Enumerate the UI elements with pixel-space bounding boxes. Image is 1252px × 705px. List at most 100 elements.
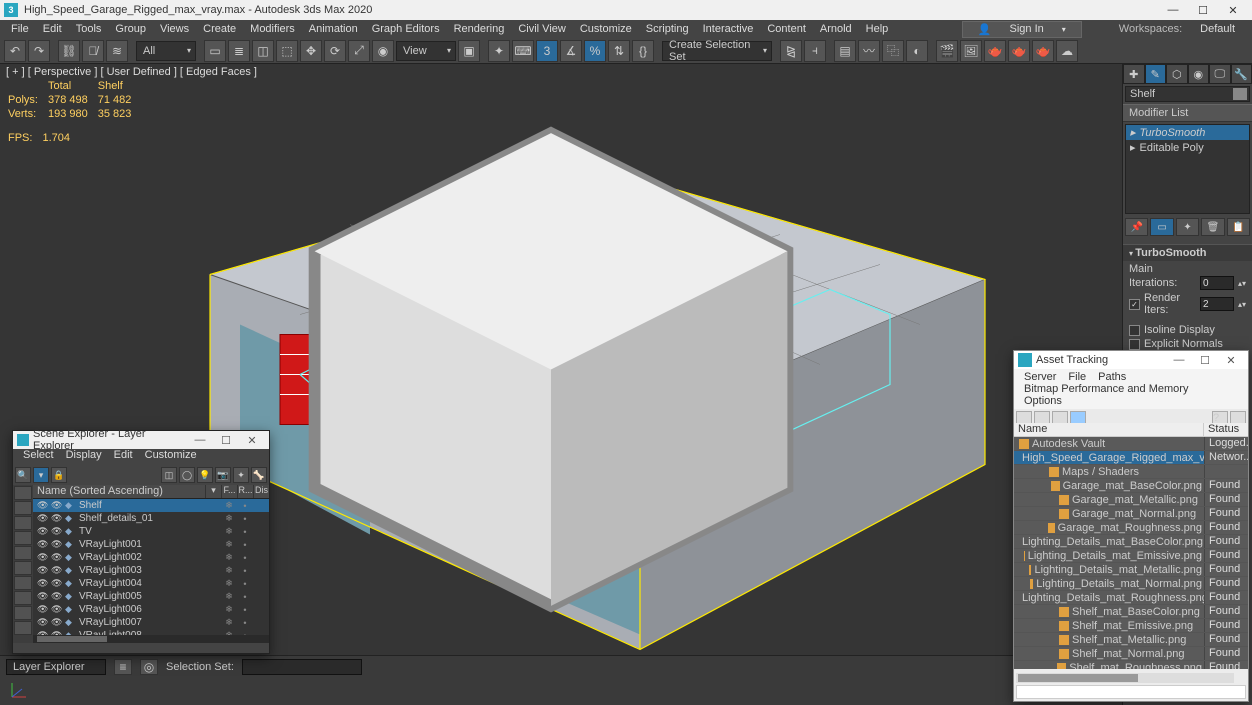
undo-button[interactable]: ↶	[4, 40, 26, 62]
se-menu-select[interactable]: Select	[17, 449, 60, 465]
object-color-swatch[interactable]	[1233, 88, 1247, 100]
asset-row[interactable]: Lighting_Details_mat_Roughness.pngFound	[1014, 591, 1248, 605]
render-iterative-button[interactable]: 🫖	[1008, 40, 1030, 62]
scene-item[interactable]: 👁👁◆VRayLight001❄•	[33, 538, 269, 551]
menu-tools[interactable]: Tools	[69, 23, 109, 35]
visibility-icon[interactable]: 👁	[37, 604, 51, 615]
select-scale-button[interactable]: ⤢	[348, 40, 370, 62]
freeze-icon[interactable]: ❄	[221, 500, 237, 511]
menu-content[interactable]: Content	[760, 23, 813, 35]
visibility-icon[interactable]: 👁	[37, 578, 51, 589]
signin-button[interactable]: 👤Sign In▾	[962, 21, 1082, 38]
utilities-tab[interactable]: 🔧	[1231, 64, 1252, 84]
angle-snap-button[interactable]: ∡	[560, 40, 582, 62]
turbosmooth-rollout-header[interactable]: TurboSmooth	[1123, 244, 1252, 261]
render-frame-button[interactable]: 🖼	[960, 40, 982, 62]
visibility-icon[interactable]: 👁	[37, 526, 51, 537]
render-icon[interactable]: •	[237, 592, 253, 602]
se-menu-customize[interactable]: Customize	[139, 449, 203, 465]
asset-row[interactable]: Shelf_mat_Metallic.pngFound	[1014, 633, 1248, 647]
scene-item[interactable]: 👁👁◆VRayLight002❄•	[33, 551, 269, 564]
menu-customize[interactable]: Customize	[573, 23, 639, 35]
se-side-space-button[interactable]	[14, 606, 32, 620]
freeze-icon[interactable]: ❄	[221, 513, 237, 524]
asset-row[interactable]: Shelf_mat_Emissive.pngFound	[1014, 619, 1248, 633]
visibility-icon[interactable]: 👁	[51, 604, 65, 615]
percent-snap-button[interactable]: %	[584, 40, 606, 62]
visibility-icon[interactable]: 👁	[37, 617, 51, 628]
freeze-icon[interactable]: ❄	[221, 565, 237, 576]
asset-col-name[interactable]: Name	[1014, 423, 1204, 436]
make-unique-button[interactable]: ✦	[1176, 218, 1199, 236]
asset-row[interactable]: Garage_mat_Metallic.pngFound	[1014, 493, 1248, 507]
se-side-bone-button[interactable]	[14, 621, 32, 635]
asset-row[interactable]: Shelf_mat_Normal.pngFound	[1014, 647, 1248, 661]
create-tab[interactable]: ✚	[1123, 64, 1145, 84]
menu-modifiers[interactable]: Modifiers	[243, 23, 302, 35]
freeze-icon[interactable]: ❄	[221, 591, 237, 602]
modifier-stack[interactable]: ▸TurboSmooth▸Editable Poly	[1125, 124, 1250, 214]
asset-col-status[interactable]: Status	[1204, 423, 1248, 436]
render-icon[interactable]: •	[237, 605, 253, 615]
scene-item[interactable]: 👁👁◆VRayLight005❄•	[33, 590, 269, 603]
visibility-icon[interactable]: 👁	[51, 591, 65, 602]
menu-animation[interactable]: Animation	[302, 23, 365, 35]
asset-min-button[interactable]: —	[1166, 354, 1192, 366]
scene-item[interactable]: 👁👁◆VRayLight007❄•	[33, 616, 269, 629]
selection-filter-dropdown[interactable]: All	[136, 41, 196, 61]
se-col-1[interactable]: F...	[221, 485, 237, 498]
named-selection-dropdown[interactable]: Create Selection Set	[662, 41, 772, 61]
se-lock-button[interactable]: 🔒	[51, 467, 67, 483]
render-iters-checkbox[interactable]: ✓	[1129, 299, 1140, 310]
asset-tracking-window[interactable]: Asset Tracking — ☐ ✕ ServerFilePathsBitm…	[1013, 350, 1249, 702]
se-col-3[interactable]: Dis	[253, 485, 269, 498]
workspace-dropdown[interactable]: Default	[1193, 23, 1242, 35]
se-side-geom-button[interactable]	[14, 531, 32, 545]
asset-row[interactable]: Maps / Shaders	[1014, 465, 1248, 479]
render-activeshade-button[interactable]: 🫖	[1032, 40, 1054, 62]
asset-max-button[interactable]: ☐	[1192, 354, 1218, 367]
freeze-icon[interactable]: ❄	[221, 617, 237, 628]
remove-modifier-button[interactable]: 🗑	[1201, 218, 1224, 236]
se-view-shape-button[interactable]: ◯	[179, 467, 195, 483]
show-end-result-button[interactable]: ▭	[1150, 218, 1173, 236]
mirror-button[interactable]: ⧎	[780, 40, 802, 62]
select-region-button[interactable]: ◫	[252, 40, 274, 62]
select-by-name-button[interactable]: ≣	[228, 40, 250, 62]
se-view-cam-button[interactable]: 📷	[215, 467, 231, 483]
pin-stack-button[interactable]: 📌	[1125, 218, 1148, 236]
asset-row[interactable]: Lighting_Details_mat_BaseColor.pngFound	[1014, 535, 1248, 549]
asset-grid[interactable]: Name Status Autodesk VaultLogged...High_…	[1014, 423, 1248, 669]
display-tab[interactable]: 🖵	[1209, 64, 1231, 84]
visibility-icon[interactable]: 👁	[37, 500, 51, 511]
se-side-invert-button[interactable]	[14, 516, 32, 530]
scene-explorer-hscroll[interactable]	[33, 635, 269, 643]
modifier-turbosmooth[interactable]: ▸TurboSmooth	[1126, 125, 1249, 140]
se-side-cam-button[interactable]	[14, 576, 32, 590]
stack-toggle-icon[interactable]: ▸	[1130, 126, 1136, 139]
asset-row[interactable]: High_Speed_Garage_Rigged_max_vray.maxNet…	[1014, 451, 1248, 465]
se-col-2[interactable]: R...	[237, 485, 253, 498]
se-col-name[interactable]: Name (Sorted Ascending)	[33, 485, 205, 498]
visibility-icon[interactable]: 👁	[51, 552, 65, 563]
asset-menu-server[interactable]: Server	[1018, 371, 1062, 383]
select-object-button[interactable]: ▭	[204, 40, 226, 62]
use-center-button[interactable]: ▣	[458, 40, 480, 62]
scene-item[interactable]: 👁👁◆TV❄•	[33, 525, 269, 538]
se-find-button[interactable]: 🔍	[15, 467, 31, 483]
render-cloud-button[interactable]: ☁	[1056, 40, 1078, 62]
modify-tab[interactable]: ✎	[1145, 64, 1167, 84]
scene-explorer-close-button[interactable]: ✕	[239, 434, 265, 447]
asset-menu-paths[interactable]: Paths	[1092, 371, 1132, 383]
se-side-helper-button[interactable]	[14, 591, 32, 605]
select-move-button[interactable]: ✥	[300, 40, 322, 62]
scene-explorer-window[interactable]: Scene Explorer - Layer Explorer — ☐ ✕ Se…	[12, 430, 270, 654]
menu-interactive[interactable]: Interactive	[696, 23, 761, 35]
render-setup-button[interactable]: 🎬	[936, 40, 958, 62]
freeze-icon[interactable]: ❄	[221, 539, 237, 550]
visibility-icon[interactable]: 👁	[51, 539, 65, 550]
render-icon[interactable]: •	[237, 514, 253, 524]
curve-editor-button[interactable]: 〰	[858, 40, 880, 62]
asset-row[interactable]: Shelf_mat_Roughness.pngFound	[1014, 661, 1248, 669]
modifier-editable-poly[interactable]: ▸Editable Poly	[1126, 140, 1249, 155]
